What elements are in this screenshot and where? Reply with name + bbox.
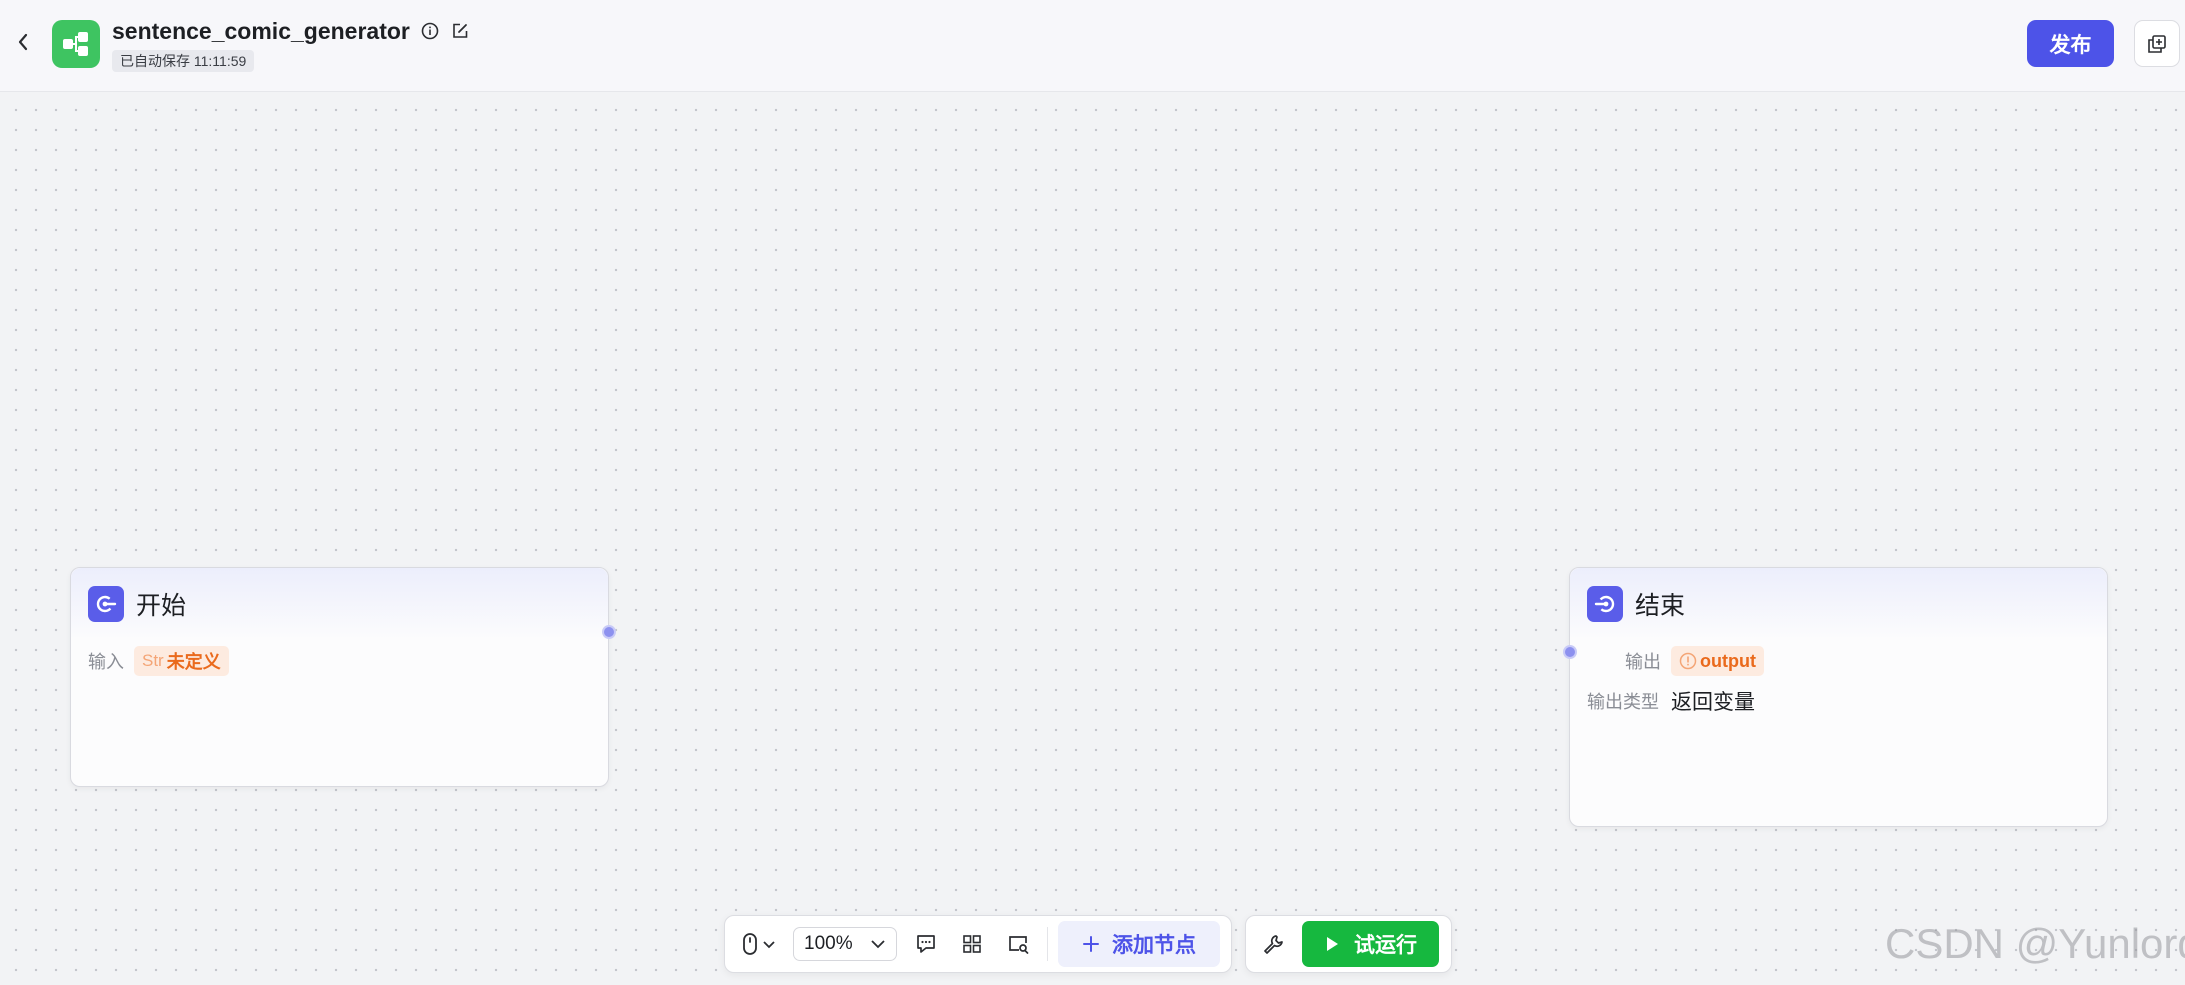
- end-output-type-value: 返回变量: [1671, 691, 1755, 714]
- canvas-toolbar: 100% 添加节点: [724, 915, 1232, 973]
- wrench-icon: [1264, 935, 1283, 954]
- interaction-mode-button[interactable]: [731, 921, 787, 967]
- zoom-level: 100%: [804, 933, 853, 954]
- end-output-tag: output: [1671, 646, 1764, 676]
- play-icon: [1327, 937, 1338, 951]
- grid-layout-icon: [963, 935, 981, 953]
- start-node[interactable]: 开始 输入 Str 未定义: [70, 567, 609, 787]
- add-node-label: 添加节点: [1112, 934, 1196, 957]
- mouse-icon: [743, 933, 757, 955]
- warning-icon: [1679, 652, 1697, 670]
- auto-layout-button[interactable]: [949, 921, 995, 967]
- start-input-row: 输入 Str 未定义: [71, 642, 608, 680]
- workflow-app-icon: [52, 20, 100, 68]
- start-node-output-port[interactable]: [602, 625, 616, 639]
- watermark: CSDN @Yunlord: [1885, 920, 2185, 967]
- workflow-canvas[interactable]: 开始 输入 Str 未定义 结束 输出 output 输出类型 返回变量: [0, 92, 2185, 985]
- chevron-down-icon: [871, 940, 885, 949]
- toolbar-divider: [1047, 927, 1048, 961]
- info-icon[interactable]: [420, 21, 440, 41]
- chevron-left-icon: [18, 33, 28, 51]
- minimap-icon: [1009, 936, 1029, 954]
- app-title: sentence_comic_generator: [112, 17, 410, 44]
- end-output-label: 输出: [1625, 652, 1661, 672]
- chevron-down-icon: [763, 941, 775, 949]
- duplicate-button[interactable]: [2134, 20, 2180, 67]
- run-toolbar: 试运行: [1245, 915, 1452, 973]
- plus-icon: [1083, 936, 1099, 952]
- minimap-button[interactable]: [995, 921, 1041, 967]
- start-node-header: 开始: [71, 568, 608, 640]
- end-output-value: output: [1700, 650, 1756, 671]
- title-row: sentence_comic_generator: [112, 16, 470, 46]
- publish-button[interactable]: 发布: [2027, 20, 2114, 67]
- comment-icon: [917, 935, 935, 953]
- back-button[interactable]: [12, 28, 34, 56]
- end-output-type-row: 输出类型 返回变量: [1570, 682, 2107, 720]
- end-output-type-label: 输出类型: [1587, 692, 1659, 712]
- start-input-type: Str: [142, 651, 164, 670]
- end-node-header: 结束: [1570, 568, 2107, 640]
- add-node-button[interactable]: 添加节点: [1058, 921, 1220, 967]
- start-node-icon: [88, 586, 124, 622]
- start-input-label: 输入: [88, 652, 124, 672]
- test-run-label: 试运行: [1354, 934, 1417, 957]
- end-node-title: 结束: [1635, 592, 1686, 620]
- start-input-value: 未定义: [166, 652, 221, 672]
- end-output-row: 输出 output: [1570, 642, 2107, 680]
- start-node-title: 开始: [136, 592, 187, 620]
- start-input-tag: Str 未定义: [134, 646, 229, 676]
- zoom-select[interactable]: 100%: [793, 927, 897, 961]
- autosave-status-badge: 已自动保存 11:11:59: [112, 50, 255, 72]
- top-header: sentence_comic_generator 已自动保存 11:11:59 …: [0, 0, 2185, 92]
- end-node-icon: [1587, 586, 1623, 622]
- comment-button[interactable]: [903, 921, 949, 967]
- copy-icon: [2148, 34, 2166, 53]
- end-node[interactable]: 结束 输出 output 输出类型 返回变量: [1569, 567, 2108, 827]
- test-run-button[interactable]: 试运行: [1302, 921, 1439, 967]
- debug-tools-button[interactable]: [1250, 921, 1296, 967]
- edit-icon[interactable]: [450, 21, 470, 41]
- end-node-input-port[interactable]: [1563, 645, 1577, 659]
